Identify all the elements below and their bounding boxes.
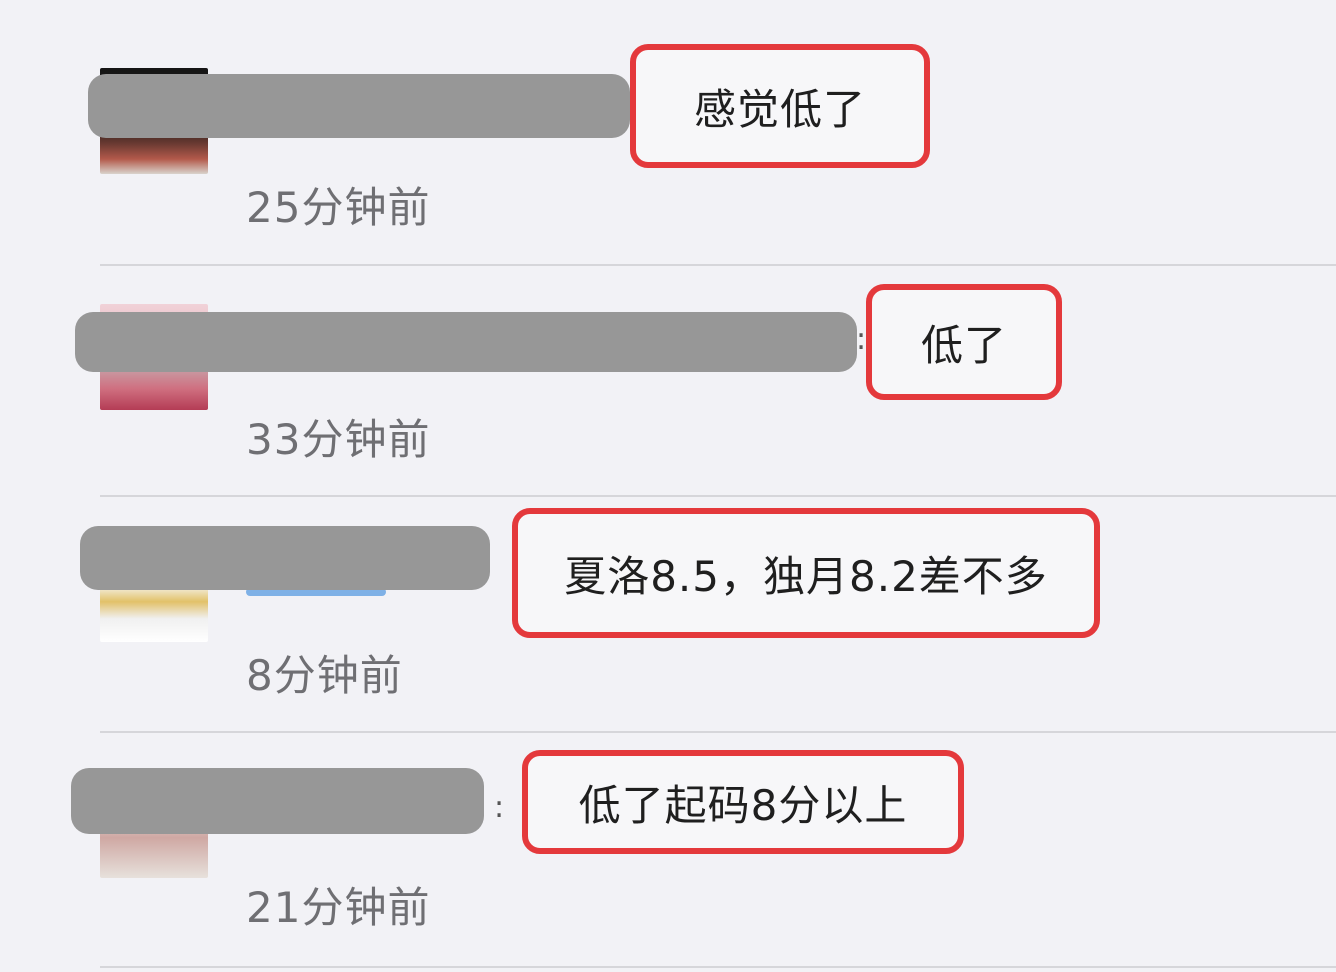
comment-text: 夏洛8.5，独月8.2差不多 [512,508,1100,638]
comment-timestamp: 8分钟前 [246,651,403,700]
redacted-username [80,526,490,590]
comment-timestamp: 25分钟前 [246,183,431,232]
redacted-username [75,312,857,372]
name-separator: : [494,790,505,825]
comment-text: 感觉低了 [630,44,930,168]
divider [100,495,1336,497]
comment-screen: { "comments": [ { "message": "感觉低了", "ti… [0,0,1336,972]
divider [100,731,1336,733]
divider [100,966,1336,968]
comment-timestamp: 33分钟前 [246,415,431,464]
redacted-username [71,768,484,834]
comment-text: 低了 [866,284,1062,400]
divider [100,264,1336,266]
redacted-username [88,74,630,138]
comment-timestamp: 21分钟前 [246,883,431,932]
name-separator: : [856,322,867,357]
comment-text: 低了起码8分以上 [522,750,964,854]
